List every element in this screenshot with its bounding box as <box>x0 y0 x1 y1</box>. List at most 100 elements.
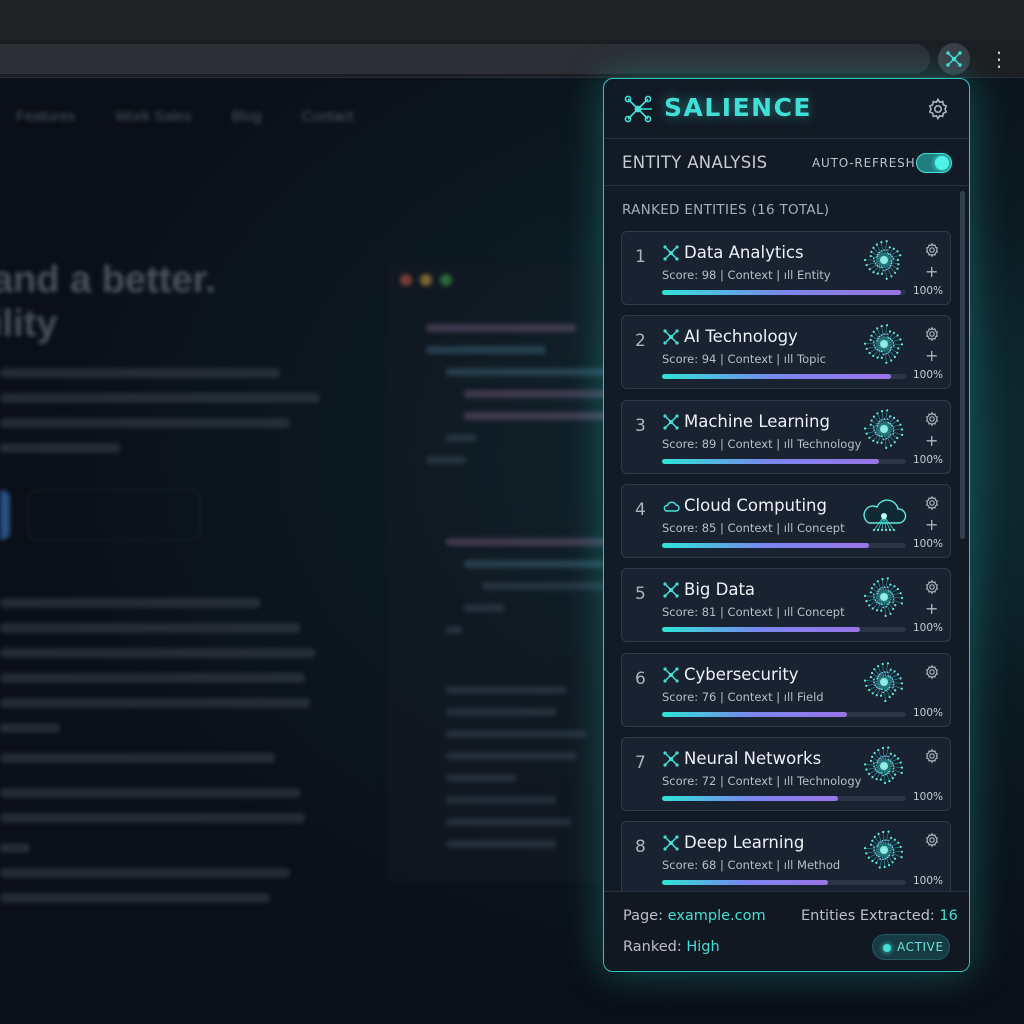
network-icon <box>663 751 679 767</box>
entity-name: Big Data <box>684 580 756 600</box>
address-bar[interactable] <box>0 44 930 74</box>
bg-body-text <box>0 598 320 918</box>
status-dot <box>883 944 891 952</box>
plus-icon[interactable]: + <box>925 348 938 364</box>
entity-rank: 6 <box>635 668 646 689</box>
gear-icon[interactable] <box>926 97 950 121</box>
section-title: ENTITY ANALYSIS <box>622 153 768 172</box>
bg-nav-item[interactable]: Features <box>16 108 75 125</box>
entity-card[interactable]: 4 Cloud Computing Score: 85 | Context | ıl… <box>621 483 951 558</box>
plus-icon[interactable]: + <box>925 601 938 617</box>
score-bar <box>662 795 906 801</box>
score-bar <box>662 711 906 717</box>
plus-icon[interactable]: + <box>925 432 938 449</box>
entity-name: Data Analytics <box>684 243 804 262</box>
bg-nav-item[interactable]: Work Sales <box>115 108 191 125</box>
network-logo-icon <box>624 95 652 123</box>
entity-name: Neural Networks <box>684 748 822 768</box>
bg-hero-line: and a better. <box>0 259 216 301</box>
bg-secondary-button[interactable] <box>28 490 200 540</box>
extension-button[interactable] <box>938 43 970 75</box>
score-bar <box>662 290 906 295</box>
gear-icon[interactable] <box>924 495 940 511</box>
ranked-info: Ranked: High <box>623 939 720 955</box>
entity-rank: 1 <box>635 247 646 267</box>
score-bar-fill <box>662 627 860 633</box>
plus-icon[interactable]: + <box>925 516 938 533</box>
entity-rank: 5 <box>635 584 646 605</box>
entity-meta: Score: 89 | Context | ıll Technology <box>662 436 862 451</box>
gear-icon[interactable] <box>924 748 940 764</box>
network-icon <box>663 666 679 683</box>
ranked-entities-heading: RANKED ENTITIES (16 TOTAL) <box>622 202 830 218</box>
gear-icon[interactable] <box>924 242 940 258</box>
entity-card[interactable]: 3 Machine Learning Score: 89 | Context | ı… <box>621 399 951 474</box>
auto-refresh-label: AUTO-REFRESH <box>812 156 916 170</box>
bg-nav-item[interactable]: Blog <box>232 108 262 125</box>
entity-meta: Score: 98 | Context | ıll Entity <box>662 268 831 282</box>
plus-icon[interactable]: + <box>925 264 938 280</box>
scrollbar[interactable] <box>960 191 965 539</box>
entity-card[interactable]: 5 Big Data Score: 81 | Context | ıll Conce… <box>621 568 951 643</box>
entity-card[interactable]: 1 Data Analytics Score: 98 | Context | ıll… <box>621 231 951 305</box>
entity-rank: 3 <box>635 415 646 436</box>
network-icon <box>663 582 679 598</box>
entity-meta: Score: 81 | Context | ıll Concept <box>662 605 845 620</box>
score-bar <box>662 627 906 633</box>
cloud-icon <box>663 501 680 512</box>
bg-primary-button[interactable] <box>0 490 10 540</box>
network-icon <box>663 329 679 345</box>
score-bar-fill <box>662 458 880 464</box>
neural-burst-icon <box>863 324 904 365</box>
score-bar-fill <box>662 711 848 717</box>
status-badge: ACTIVE <box>872 934 950 960</box>
entity-percent: 100% <box>913 453 944 466</box>
entity-meta: Score: 94 | Context | ıll Topic <box>662 352 826 367</box>
entity-rank: 8 <box>635 837 646 858</box>
page-info: Page: example.com <box>623 908 766 924</box>
network-icon <box>663 245 679 261</box>
cloud-network-icon <box>863 499 907 531</box>
page-label: Page: <box>623 908 663 924</box>
score-bar-fill <box>662 880 828 886</box>
score-bar-fill <box>662 290 902 295</box>
gear-icon[interactable] <box>924 326 940 342</box>
entity-name: AI Technology <box>684 327 798 347</box>
entities-extracted-info: Entities Extracted: 16 <box>801 908 958 924</box>
popup-header: SALIENCE <box>604 79 969 139</box>
browser-tab-strip <box>0 0 1024 40</box>
gear-icon[interactable] <box>924 664 940 680</box>
bg-nav: Features Work Sales Blog Contact <box>16 108 353 125</box>
gear-icon[interactable] <box>924 411 940 427</box>
entity-meta: Score: 72 | Context | ıll Technology <box>662 773 862 788</box>
score-bar <box>662 458 906 464</box>
entity-card[interactable]: 6 Cybersecurity Score: 76 | Context | ıll … <box>621 652 951 727</box>
status-text: ACTIVE <box>897 940 944 954</box>
neural-burst-icon <box>863 408 904 449</box>
network-icon <box>663 413 679 430</box>
brand-title: SALIENCE <box>664 93 813 122</box>
entities-label: Entities Extracted: <box>801 908 935 924</box>
gear-icon[interactable] <box>924 832 940 848</box>
entity-card[interactable]: 8 Deep Learning Score: 68 | Context | ıll … <box>621 821 951 896</box>
entity-card[interactable]: 7 Neural Networks Score: 72 | Context | ıl… <box>621 736 951 811</box>
network-icon <box>946 51 962 67</box>
entity-meta: Score: 68 | Context | ıll Method <box>662 858 841 873</box>
auto-refresh-toggle[interactable] <box>916 153 952 173</box>
page-value: example.com <box>667 908 766 924</box>
ranked-label: Ranked: <box>623 939 682 955</box>
entity-percent: 100% <box>913 706 944 719</box>
entity-rank: 4 <box>635 499 646 520</box>
browser-menu-button[interactable]: ⋮ <box>986 44 1012 74</box>
bg-nav-item[interactable]: Contact <box>302 108 354 125</box>
entity-card[interactable]: 2 AI Technology Score: 94 | Context | ıll … <box>621 315 951 390</box>
ranked-value: High <box>686 939 720 955</box>
entity-meta: Score: 76 | Context | ıll Field <box>662 689 824 704</box>
entities-count: 16 <box>939 908 958 924</box>
bg-hero-line: ility <box>0 303 58 345</box>
neural-burst-icon <box>864 746 903 784</box>
gear-icon[interactable] <box>924 579 940 595</box>
bg-paragraph <box>0 368 330 468</box>
toggle-knob <box>935 156 949 170</box>
entity-percent: 100% <box>913 875 944 888</box>
